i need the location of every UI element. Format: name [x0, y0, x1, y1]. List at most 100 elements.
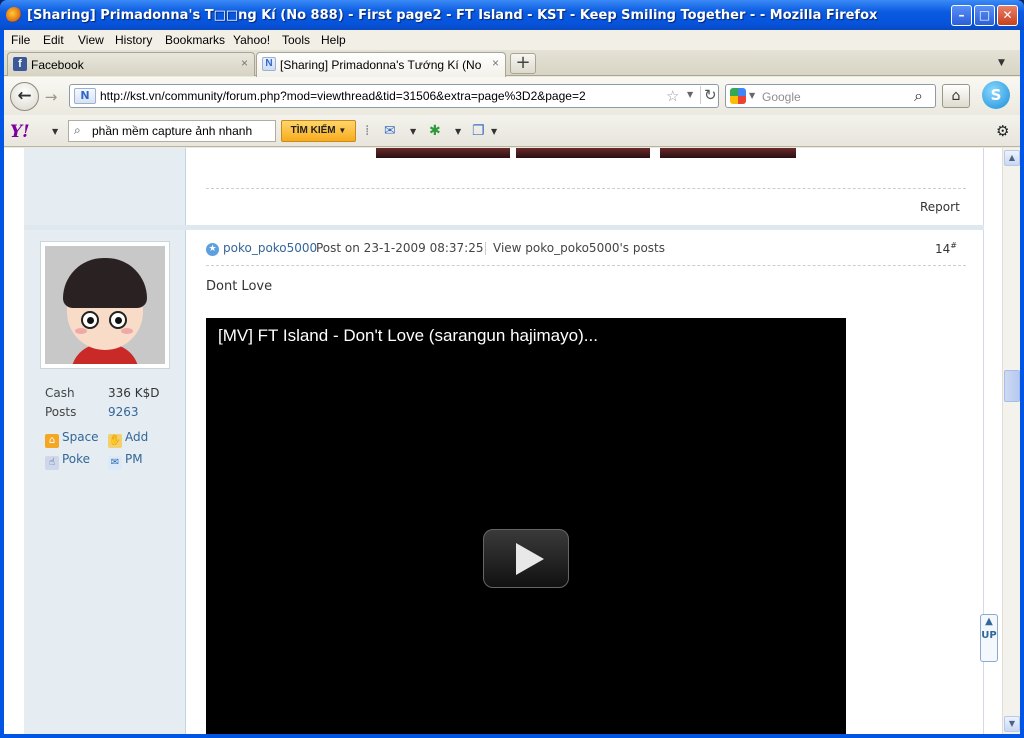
envelope-icon: ✉: [108, 456, 122, 470]
messenger-dropdown-icon[interactable]: ▼: [455, 127, 461, 136]
tab-sharing-primadonna[interactable]: N [Sharing] Primadonna's Tướng Kí (No 88…: [256, 52, 506, 77]
poke-label: Poke: [62, 452, 91, 466]
bookmark-star-icon[interactable]: ☆: [666, 87, 679, 105]
minimize-button[interactable]: –: [951, 5, 972, 26]
post-number-suffix: #: [950, 241, 957, 250]
yahoo-search-input[interactable]: ⌕ phần mềm capture ảnh nhanh: [68, 120, 276, 142]
avatar-eye: [81, 311, 99, 329]
menu-help[interactable]: Help: [321, 33, 346, 47]
add-friend-link[interactable]: ✋ Add: [108, 430, 148, 448]
menu-bar: File Edit View History Bookmarks Yahoo! …: [4, 30, 1020, 50]
gear-icon[interactable]: ⚙: [996, 122, 1009, 140]
post-separator: [24, 225, 984, 230]
page-viewport[interactable]: Report Cash 336 K$D Posts 9263 ⌂ Space ✋…: [4, 148, 1002, 734]
yahoo-search-button[interactable]: TÌM KIẾM ▼: [281, 120, 356, 142]
post-image[interactable]: [516, 148, 650, 158]
space-link[interactable]: ⌂ Space: [45, 430, 99, 448]
tab-label: [Sharing] Primadonna's Tướng Kí (No 888.…: [280, 58, 485, 72]
pm-link[interactable]: ✉ PM: [108, 452, 143, 470]
previous-post-images: [376, 148, 796, 158]
bookmarks-dropdown-icon[interactable]: ▼: [491, 127, 497, 136]
bookmarks-icon[interactable]: ❐: [472, 123, 485, 139]
divider: [206, 265, 966, 266]
menu-file[interactable]: File: [11, 33, 30, 47]
toolbar-separator-icon: ⁞: [365, 123, 370, 139]
menu-tools[interactable]: Tools: [282, 33, 310, 47]
close-button[interactable]: ✕: [997, 5, 1018, 26]
cash-label: Cash: [45, 386, 75, 400]
search-engine-dropdown-icon[interactable]: ▼: [749, 91, 755, 100]
menu-yahoo[interactable]: Yahoo!: [233, 33, 270, 47]
scroll-up-arrow-icon[interactable]: ▲: [1004, 150, 1020, 166]
new-tab-button[interactable]: +: [510, 53, 536, 74]
messenger-icon[interactable]: ✱: [429, 123, 441, 139]
home-button[interactable]: ⌂: [942, 84, 970, 108]
up-label: UP: [981, 630, 997, 641]
browser-client: File Edit View History Bookmarks Yahoo! …: [4, 30, 1020, 734]
search-bar[interactable]: ▼ Google ⌕: [725, 84, 936, 108]
title-bar[interactable]: [Sharing] Primadonna's T□□ng Kí (No 888)…: [0, 0, 1024, 30]
tab-label: Facebook: [31, 58, 84, 72]
divider: [485, 242, 486, 255]
video-title[interactable]: [MV] FT Island - Don't Love (sarangun ha…: [218, 326, 598, 346]
search-input[interactable]: Google: [762, 90, 801, 104]
cash-value: 336 K$D: [108, 386, 160, 400]
list-all-tabs-icon[interactable]: ▼: [998, 58, 1005, 68]
poke-icon: ☝: [45, 456, 59, 470]
menu-view[interactable]: View: [78, 33, 104, 47]
avatar[interactable]: [40, 241, 170, 369]
play-button[interactable]: [483, 529, 569, 588]
search-icon[interactable]: ⌕: [914, 86, 923, 106]
google-icon[interactable]: [730, 88, 746, 104]
avatar-blush: [75, 328, 87, 334]
yahoo-logo[interactable]: Y!: [10, 122, 30, 142]
url-bar[interactable]: N http://kst.vn/community/forum.php?mod=…: [69, 84, 719, 108]
yahoo-search-query[interactable]: phần mềm capture ảnh nhanh: [92, 124, 252, 138]
embedded-video-player[interactable]: [MV] FT Island - Don't Love (sarangun ha…: [206, 318, 846, 734]
menu-bookmarks[interactable]: Bookmarks: [165, 33, 225, 47]
url-text[interactable]: http://kst.vn/community/forum.php?mod=vi…: [100, 89, 586, 103]
tab-facebook[interactable]: f Facebook ×: [7, 52, 255, 76]
facebook-icon: f: [13, 57, 27, 71]
tab-close-icon[interactable]: ×: [241, 56, 248, 70]
arrow-right-icon: →: [44, 88, 58, 106]
pm-label: PM: [125, 452, 143, 466]
poke-link[interactable]: ☝ Poke: [45, 452, 90, 470]
reload-icon[interactable]: ↻: [700, 86, 717, 104]
tab-close-icon[interactable]: ×: [492, 56, 499, 70]
scrollbar-thumb[interactable]: [1004, 370, 1020, 402]
window-title: [Sharing] Primadonna's T□□ng Kí (No 888)…: [27, 8, 878, 23]
skype-icon[interactable]: S: [982, 81, 1010, 109]
scroll-down-arrow-icon[interactable]: ▼: [1004, 716, 1020, 732]
report-link[interactable]: Report: [920, 200, 960, 214]
maximize-button[interactable]: □: [974, 5, 995, 26]
navigation-bar: ← → N http://kst.vn/community/forum.php?…: [4, 77, 1020, 115]
scroll-to-top-button[interactable]: ▲ UP: [980, 614, 998, 662]
yahoo-menu-dropdown-icon[interactable]: ▼: [52, 127, 58, 136]
avatar-blush: [121, 328, 133, 334]
forward-button[interactable]: →: [40, 87, 62, 107]
site-identity-icon[interactable]: N: [74, 88, 96, 104]
post-image[interactable]: [376, 148, 510, 158]
handshake-icon: ✋: [108, 434, 122, 448]
chevron-up-icon: ▲: [985, 616, 993, 627]
posts-count-link[interactable]: 9263: [108, 405, 139, 419]
menu-edit[interactable]: Edit: [43, 33, 64, 47]
menu-history[interactable]: History: [115, 33, 152, 47]
post-number-link[interactable]: 14#: [935, 241, 957, 256]
post-image[interactable]: [660, 148, 796, 158]
post-timestamp: Post on 23-1-2009 08:37:25: [316, 241, 484, 255]
view-author-posts-link[interactable]: View poko_poko5000's posts: [493, 241, 665, 255]
arrow-left-icon: ←: [17, 86, 32, 106]
vertical-scrollbar[interactable]: ▲ ▼: [1002, 148, 1020, 734]
back-button[interactable]: ←: [10, 82, 39, 111]
online-status-icon: ★: [206, 243, 219, 256]
url-history-dropdown-icon[interactable]: ▼: [687, 90, 693, 99]
mail-dropdown-icon[interactable]: ▼: [410, 127, 416, 136]
firefox-icon: [6, 7, 22, 23]
posts-label: Posts: [45, 405, 77, 419]
post-author-link[interactable]: poko_poko5000: [223, 241, 317, 255]
mail-icon[interactable]: ✉: [384, 123, 396, 139]
home-icon: ⌂: [45, 434, 59, 448]
home-icon: ⌂: [951, 88, 961, 104]
